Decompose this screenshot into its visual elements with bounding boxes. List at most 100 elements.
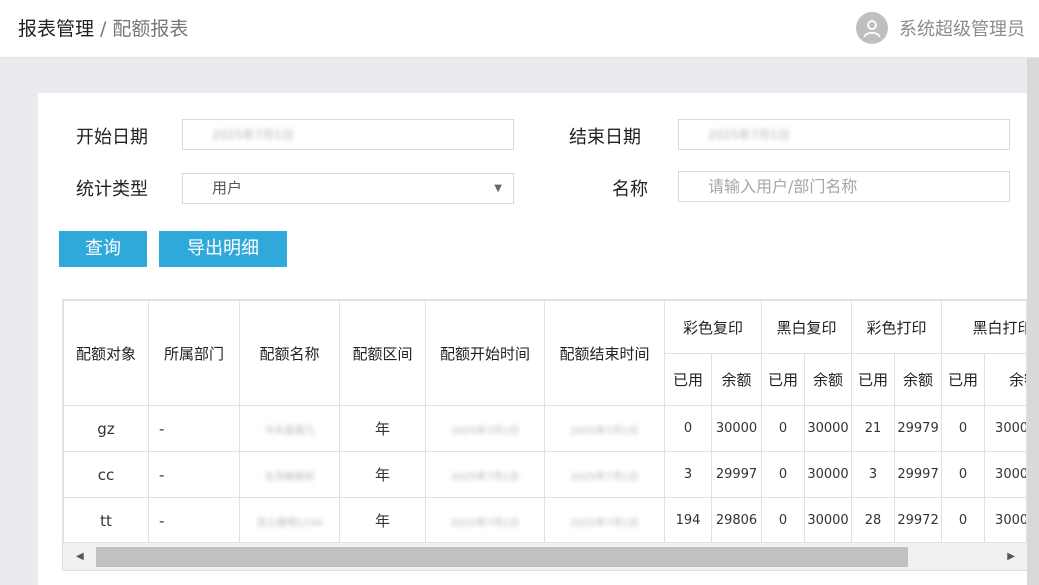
cell-start-time-text: 2025年7月1日	[450, 425, 520, 437]
cell-end-time-text: 2025年7月1日	[570, 425, 639, 437]
quota-table-wrapper[interactable]: 配额对象 所属部门 配额名称 配额区间 配额开始时间 配额结束时间 彩色复印 黑…	[62, 299, 1027, 571]
query-button[interactable]: 查询	[59, 231, 147, 267]
user-menu[interactable]: 系统超级管理员	[856, 11, 1025, 45]
cell-target: gz	[63, 405, 149, 452]
cell-bw-copy-used: 0	[761, 405, 806, 452]
sub-header-used: 已用	[941, 353, 986, 406]
user-avatar-icon	[856, 12, 888, 44]
table-row: tt - 怎么做吧1234 年 2025年7月1日 2025年7月1日 194 …	[63, 497, 1026, 544]
cell-end-time: 2025年7月1日	[544, 497, 665, 544]
cell-start-time-text: 2025年7月1日	[450, 471, 520, 483]
cell-color-print-used: 3	[851, 451, 896, 498]
cell-end-time: 2025年7月1日	[544, 451, 665, 498]
cell-bw-print-used: 0	[941, 497, 986, 544]
cell-color-copy-balance: 29806	[710, 497, 763, 544]
cell-period: 年	[339, 497, 426, 544]
table-row: gz - 今天是周几 年 2025年7月1日 2025年7月1日 0 30000…	[63, 405, 1026, 452]
cell-color-copy-used: 0	[664, 405, 712, 452]
end-date-label: 结束日期	[569, 127, 641, 148]
cell-dept: -	[148, 405, 240, 452]
caret-down-icon: ▼	[494, 183, 502, 194]
stat-type-select[interactable]: 用户 ▼	[182, 173, 514, 204]
cell-start-time: 2025年7月1日	[425, 497, 545, 544]
col-header-quota-name: 配额名称	[239, 300, 340, 406]
scrollbar-thumb[interactable]	[96, 547, 908, 567]
col-header-end-time: 配额结束时间	[544, 300, 665, 406]
quota-table: 配额对象 所属部门 配额名称 配额区间 配额开始时间 配额结束时间 彩色复印 黑…	[63, 300, 1026, 544]
start-date-label: 开始日期	[76, 127, 148, 148]
stat-type-value: 用户	[212, 179, 243, 197]
table-row: cc - 五月她家好 年 2025年7月1日 2025年7月1日 3 29997…	[63, 451, 1026, 498]
export-detail-button[interactable]: 导出明细	[159, 231, 287, 267]
cell-start-time-text: 2025年7月1日	[450, 517, 520, 529]
cell-color-copy-balance: 30000	[710, 405, 763, 452]
name-search-input[interactable]: 请输入用户/部门名称	[678, 171, 1010, 202]
cell-target: cc	[63, 451, 149, 498]
stat-type-label: 统计类型	[76, 179, 148, 200]
cell-end-time-text: 2025年7月1日	[570, 517, 639, 529]
cell-bw-copy-used: 0	[761, 497, 806, 544]
end-date-value: 2025年7月1日	[708, 128, 790, 142]
cell-color-print-balance: 29972	[894, 497, 943, 544]
col-header-target: 配额对象	[63, 300, 149, 406]
cell-quota-name: 五月她家好	[239, 451, 340, 498]
cell-color-copy-balance: 29997	[710, 451, 763, 498]
cell-bw-print-balance: 3000	[984, 497, 1026, 544]
cell-bw-copy-used: 0	[761, 451, 806, 498]
col-header-dept: 所属部门	[148, 300, 240, 406]
group-header-color-copy: 彩色复印	[663, 300, 763, 354]
col-header-period: 配额区间	[339, 300, 426, 406]
cell-bw-print-used: 0	[941, 405, 986, 452]
cell-quota-name-text: 今天是周几	[264, 425, 315, 437]
cell-dept: -	[148, 497, 240, 544]
breadcrumb: 报表管理 / 配额报表	[18, 17, 188, 41]
cell-color-print-balance: 29997	[894, 451, 943, 498]
cell-start-time: 2025年7月1日	[425, 451, 545, 498]
cell-period: 年	[339, 405, 426, 452]
cell-period: 年	[339, 451, 426, 498]
cell-target: tt	[63, 497, 149, 544]
report-panel: 开始日期 2025年7月1日 结束日期 2025年7月1日 统计类型 用户 ▼ …	[38, 93, 1027, 585]
cell-quota-name-text: 五月她家好	[264, 471, 315, 483]
cell-bw-copy-balance: 30000	[804, 497, 853, 544]
cell-bw-copy-balance: 30000	[804, 405, 853, 452]
cell-bw-print-balance: 3000	[984, 405, 1026, 452]
group-header-color-print: 彩色打印	[851, 300, 943, 354]
group-header-bw-print: 黑白打印	[941, 300, 1026, 354]
cell-end-time-text: 2025年7月1日	[570, 471, 639, 483]
cell-bw-print-balance: 3000	[984, 451, 1026, 498]
cell-quota-name-text: 怎么做吧1234	[256, 517, 323, 529]
cell-color-print-used: 28	[851, 497, 896, 544]
horizontal-scrollbar[interactable]: ◀ ▶	[63, 542, 1027, 570]
cell-color-copy-used: 194	[664, 497, 712, 544]
start-date-value: 2025年7月1日	[212, 128, 294, 142]
sub-header-balance: 余额	[804, 353, 853, 406]
sub-header-used: 已用	[761, 353, 806, 406]
col-header-start-time: 配额开始时间	[425, 300, 545, 406]
name-label: 名称	[612, 179, 648, 200]
top-bar: 报表管理 / 配额报表 系统超级管理员	[0, 0, 1039, 58]
arrow-right-icon[interactable]: ▶	[1007, 543, 1015, 570]
cell-start-time: 2025年7月1日	[425, 405, 545, 452]
start-date-field[interactable]: 2025年7月1日	[182, 119, 514, 150]
breadcrumb-current: 配额报表	[112, 18, 189, 40]
sub-header-used: 已用	[664, 353, 712, 406]
cell-color-print-used: 21	[851, 405, 896, 452]
username: 系统超级管理员	[899, 19, 1025, 40]
page-scrollbar[interactable]	[1027, 58, 1039, 585]
cell-color-copy-used: 3	[664, 451, 712, 498]
arrow-left-icon[interactable]: ◀	[76, 543, 84, 570]
end-date-field[interactable]: 2025年7月1日	[678, 119, 1010, 150]
breadcrumb-separator: /	[100, 18, 107, 40]
cell-end-time: 2025年7月1日	[544, 405, 665, 452]
sub-header-balance: 余额	[894, 353, 943, 406]
breadcrumb-root[interactable]: 报表管理	[18, 18, 94, 40]
cell-bw-copy-balance: 30000	[804, 451, 853, 498]
cell-quota-name: 今天是周几	[239, 405, 340, 452]
group-header-bw-copy: 黑白复印	[761, 300, 853, 354]
sub-header-balance: 余额	[710, 353, 763, 406]
sub-header-used: 已用	[851, 353, 896, 406]
cell-bw-print-used: 0	[941, 451, 986, 498]
cell-color-print-balance: 29979	[894, 405, 943, 452]
name-placeholder: 请输入用户/部门名称	[708, 177, 858, 196]
